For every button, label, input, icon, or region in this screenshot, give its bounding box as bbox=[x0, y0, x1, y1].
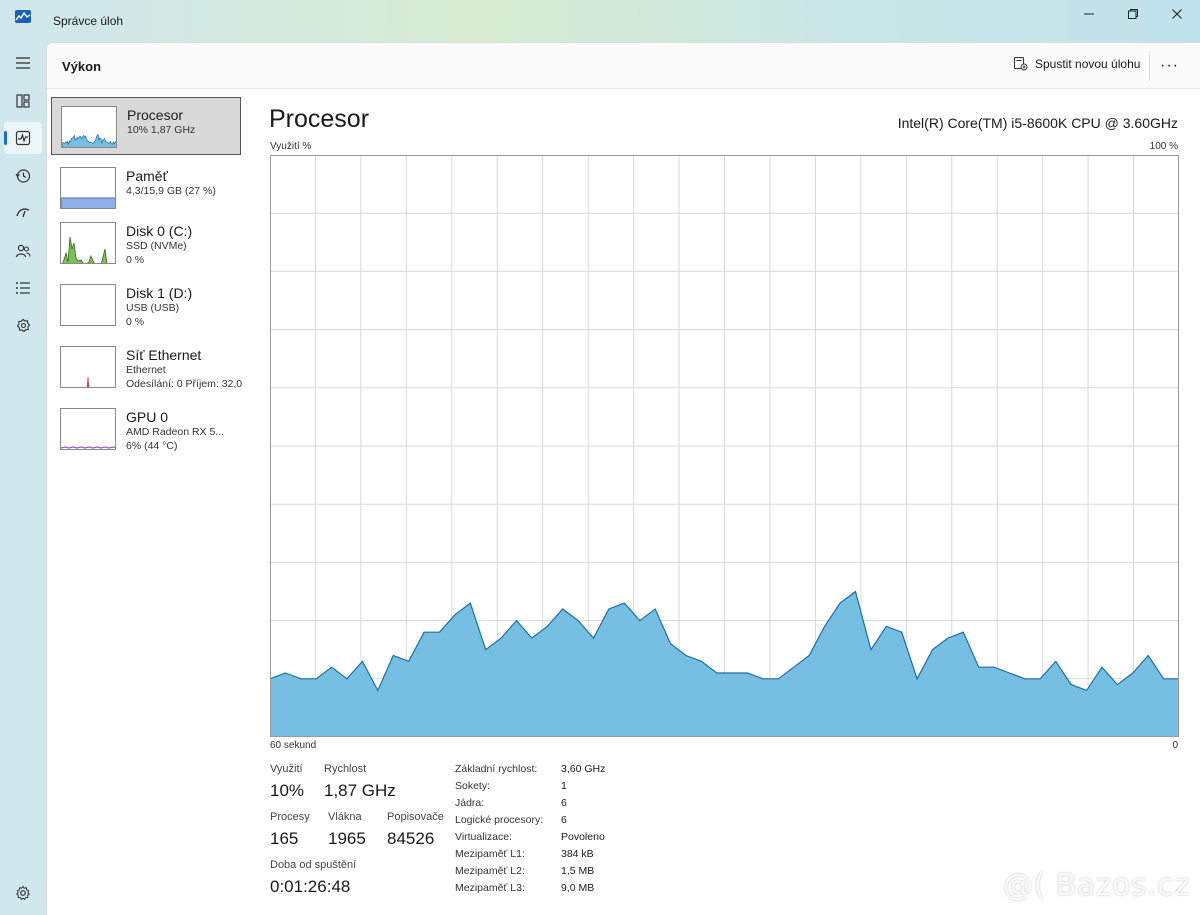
processes-value: 165 bbox=[270, 829, 299, 848]
cpu-thumbnail bbox=[61, 106, 117, 148]
uptime-label: Doba od spuštění bbox=[270, 859, 357, 871]
resource-list: Procesor 10% 1,87 GHz Paměť 4,3/15,9 GB … bbox=[47, 89, 247, 915]
spec-label: Virtualizace: bbox=[455, 831, 513, 843]
resource-name: Procesor bbox=[127, 107, 184, 123]
watermark: @( Bazos.cz bbox=[1003, 868, 1191, 903]
spec-label: Základní rychlost: bbox=[455, 763, 538, 775]
services-icon[interactable] bbox=[4, 310, 42, 342]
utilization-label: Využití bbox=[270, 763, 303, 775]
run-new-task-button[interactable]: Spustit novou úlohu bbox=[1013, 56, 1140, 71]
speed-value: 1,87 GHz bbox=[324, 781, 396, 800]
resource-subtext: 10% 1,87 GHz bbox=[127, 124, 196, 136]
speed-label: Rychlost bbox=[324, 763, 367, 775]
resource-subtext-2: 0 % bbox=[126, 254, 145, 266]
startup-apps-icon[interactable] bbox=[4, 197, 42, 229]
resource-item-ethernet[interactable]: Síť Ethernet Ethernet Odesílání: 0 Příje… bbox=[51, 338, 243, 396]
memory-thumbnail bbox=[60, 167, 116, 209]
performance-icon[interactable] bbox=[4, 122, 42, 154]
spec-label: Mezipaměť L2: bbox=[455, 865, 525, 877]
restore-button[interactable] bbox=[1110, 0, 1156, 28]
spec-value: 6 bbox=[561, 797, 567, 809]
settings-gear-icon[interactable] bbox=[4, 877, 42, 909]
handles-value: 84526 bbox=[387, 829, 435, 848]
resource-name: Disk 0 (C:) bbox=[126, 223, 193, 239]
cpu-usage-chart bbox=[270, 155, 1179, 737]
run-task-icon bbox=[1013, 56, 1028, 71]
spec-label: Mezipaměť L1: bbox=[455, 848, 525, 860]
main-panel: Výkon Spustit novou úlohu ··· Procesor 1… bbox=[46, 42, 1200, 915]
resource-subtext: SSD (NVMe) bbox=[126, 240, 187, 252]
handles-label: Popisovače bbox=[387, 811, 444, 823]
cpu-thumbnail-area bbox=[62, 133, 116, 147]
processes-label: Procesy bbox=[270, 811, 310, 823]
resource-item-gpu[interactable]: GPU 0 AMD Radeon RX 5... 6% (44 °C) bbox=[51, 400, 241, 458]
page-header: Výkon Spustit novou úlohu ··· bbox=[47, 43, 1200, 89]
spec-value: 9,0 MB bbox=[561, 882, 595, 894]
spec-value: Povoleno bbox=[561, 831, 605, 843]
app-history-icon[interactable] bbox=[4, 160, 42, 192]
spec-label: Mezipaměť L3: bbox=[455, 882, 525, 894]
resource-item-disk1[interactable]: Disk 1 (D:) USB (USB) 0 % bbox=[51, 276, 241, 334]
app-title: Správce úloh bbox=[53, 14, 124, 28]
resource-name: Paměť bbox=[126, 168, 168, 184]
spec-label: Jádra: bbox=[455, 797, 485, 809]
x-axis-left-label: 60 sekund bbox=[270, 740, 317, 751]
resource-name: Síť Ethernet bbox=[126, 347, 202, 363]
cpu-model: Intel(R) Core(TM) i5-8600K CPU @ 3.60GHz bbox=[897, 115, 1178, 131]
y-axis-max: 100 % bbox=[1149, 141, 1178, 152]
spec-value: 1,5 MB bbox=[561, 865, 595, 877]
spec-value: 3,60 GHz bbox=[561, 763, 606, 775]
more-options-button[interactable]: ··· bbox=[1149, 51, 1189, 81]
resource-subtext: USB (USB) bbox=[126, 302, 180, 314]
resource-subtext-2: 0 % bbox=[126, 316, 145, 328]
page-title: Výkon bbox=[62, 59, 102, 74]
disk0-thumbnail bbox=[60, 222, 116, 264]
resource-subtext: 4,3/15,9 GB (27 %) bbox=[126, 185, 216, 197]
y-axis-label: Využití % bbox=[270, 141, 312, 152]
resource-item-memory[interactable]: Paměť 4,3/15,9 GB (27 %) bbox=[51, 159, 241, 217]
task-manager-icon bbox=[15, 10, 31, 23]
detail-title: Procesor bbox=[269, 105, 370, 133]
resource-subtext-2: 6% (44 °C) bbox=[126, 440, 178, 452]
utilization-value: 10% bbox=[270, 781, 305, 800]
resource-subtext-2: Odesílání: 0 Příjem: 32,0 bbox=[126, 378, 243, 390]
resource-subtext: Ethernet bbox=[126, 364, 166, 376]
users-icon[interactable] bbox=[4, 235, 42, 267]
gpu-thumbnail bbox=[60, 408, 116, 450]
threads-value: 1965 bbox=[328, 829, 366, 848]
disk1-thumbnail bbox=[60, 284, 116, 326]
resource-item-cpu[interactable]: Procesor 10% 1,87 GHz bbox=[51, 97, 241, 155]
spec-label: Sokety: bbox=[455, 780, 491, 792]
spec-value: 6 bbox=[561, 814, 567, 826]
threads-label: Vlákna bbox=[328, 811, 362, 823]
navigation-rail bbox=[0, 42, 46, 915]
spec-value: 1 bbox=[561, 780, 567, 792]
close-button[interactable] bbox=[1154, 0, 1200, 28]
run-new-task-label: Spustit novou úlohu bbox=[1035, 56, 1141, 71]
resource-name: GPU 0 bbox=[126, 409, 169, 425]
processes-icon[interactable] bbox=[4, 85, 42, 117]
uptime-value: 0:01:26:48 bbox=[270, 877, 351, 896]
ethernet-thumbnail bbox=[60, 346, 116, 388]
minimize-button[interactable] bbox=[1066, 0, 1112, 28]
hamburger-menu-icon[interactable] bbox=[4, 47, 42, 79]
resource-name: Disk 1 (D:) bbox=[126, 285, 193, 301]
title-bar: Správce úloh bbox=[0, 0, 1200, 42]
resource-item-disk0[interactable]: Disk 0 (C:) SSD (NVMe) 0 % bbox=[51, 214, 241, 272]
resource-subtext: AMD Radeon RX 5... bbox=[126, 426, 225, 438]
spec-value: 384 kB bbox=[561, 848, 594, 860]
details-list-icon[interactable] bbox=[4, 272, 42, 304]
spec-label: Logické procesory: bbox=[455, 814, 544, 826]
x-axis-right-label: 0 bbox=[1172, 740, 1178, 751]
